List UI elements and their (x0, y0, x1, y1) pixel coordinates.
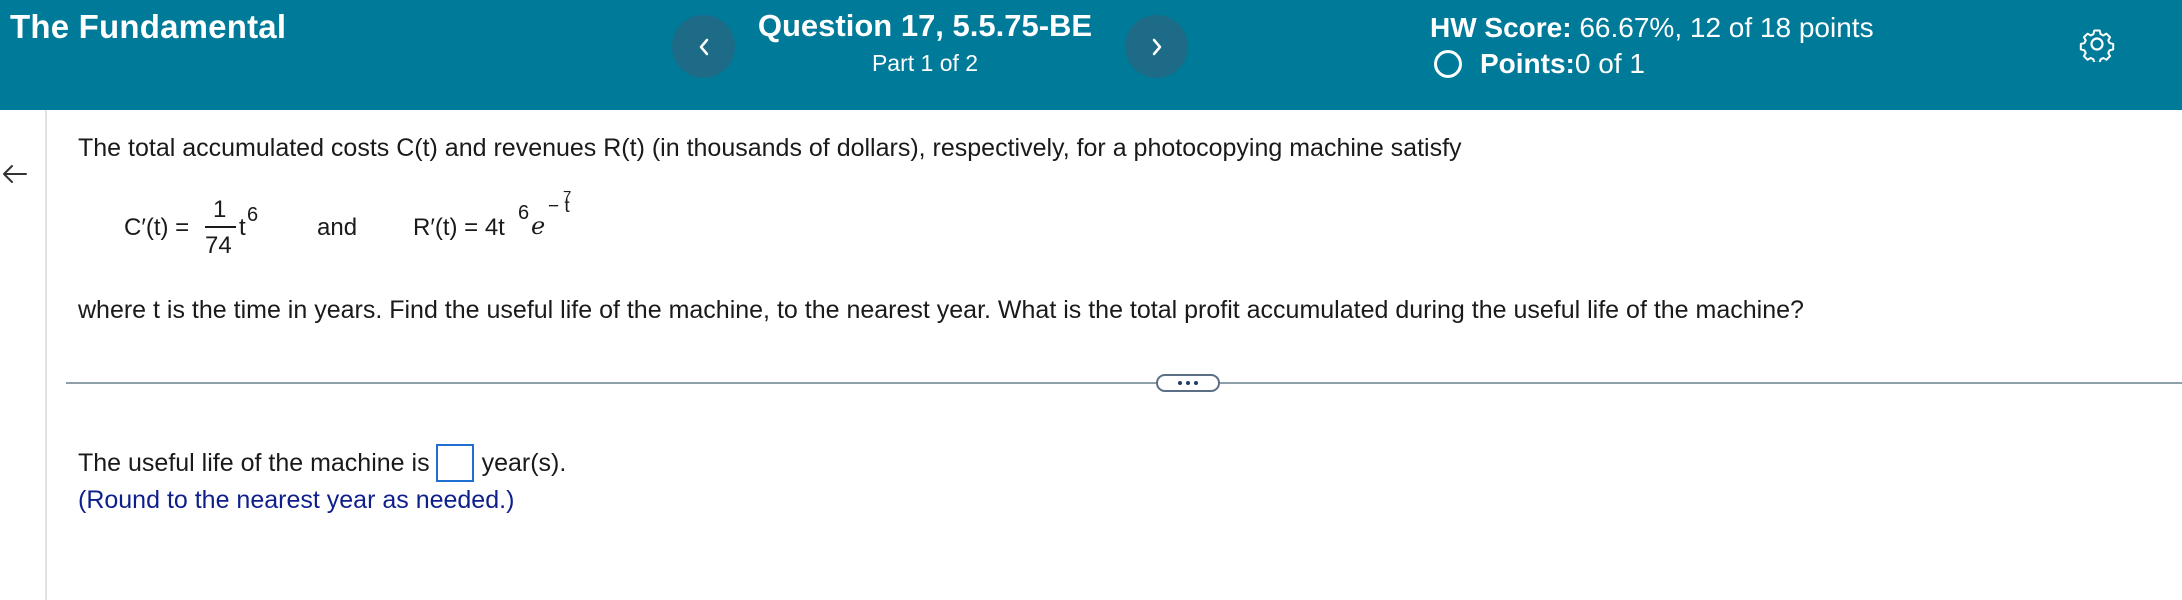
chevron-right-icon (1152, 38, 1161, 55)
hw-score-label: HW Score: (1430, 12, 1572, 43)
points-status-icon (1434, 50, 1462, 78)
header-bar: The Fundamental Question 17, 5.5.75-BE P… (0, 0, 2182, 110)
euler-e: e (531, 212, 546, 240)
settings-button[interactable] (2077, 24, 2117, 64)
revenue-derivative-lhs: R′(t) = 4t (413, 214, 505, 241)
answer-prefix: The useful life of the machine is (78, 448, 430, 477)
hw-score: HW Score: 66.67%, 12 of 18 points (1430, 12, 1874, 44)
cost-fraction-denominator: 74 (205, 232, 232, 259)
inner-exponent: 7 (563, 188, 572, 205)
dot-icon (1194, 381, 1198, 385)
next-question-button[interactable] (1125, 15, 1188, 78)
cost-fraction-numerator: 1 (213, 196, 227, 223)
revenue-exponent: 6 (518, 202, 530, 224)
gear-icon (2079, 29, 2115, 62)
problem-intro: The total accumulated costs C(t) and rev… (78, 134, 1462, 162)
question-title: Question 17, 5.5.75-BE (757, 8, 1093, 43)
cost-variable: t (239, 214, 246, 241)
cost-derivative-lhs: C′(t) = (124, 214, 190, 241)
formula: C′(t) = 1 74 t 6 and R′(t) = 4t 6 e − t … (124, 188, 724, 266)
question-part: Part 1 of 2 (871, 50, 979, 76)
hw-score-value: 66.67%, 12 of 18 points (1571, 12, 1874, 43)
problem-question: where t is the time in years. Find the u… (78, 296, 1804, 324)
points-status: Points: 0 of 1 (1430, 48, 1645, 80)
points-value: 0 of 1 (1574, 48, 1645, 79)
dot-icon (1178, 381, 1182, 385)
left-divider (45, 110, 47, 600)
fraction-bar (205, 226, 236, 228)
answer-suffix: year(s). (481, 448, 567, 477)
cost-exponent: 6 (247, 204, 259, 226)
app-title: The Fundamental (10, 8, 287, 45)
dot-icon (1186, 381, 1190, 385)
and-text: and (317, 214, 358, 241)
rounding-hint: (Round to the nearest year as needed.) (78, 486, 515, 514)
answer-line: The useful life of the machine is year(s… (78, 444, 566, 482)
back-arrow-icon[interactable] (0, 160, 30, 188)
section-divider (66, 382, 2182, 384)
useful-life-input[interactable] (435, 444, 474, 482)
points-label: Points: (1480, 48, 1575, 79)
expand-more-button[interactable] (1156, 374, 1220, 392)
